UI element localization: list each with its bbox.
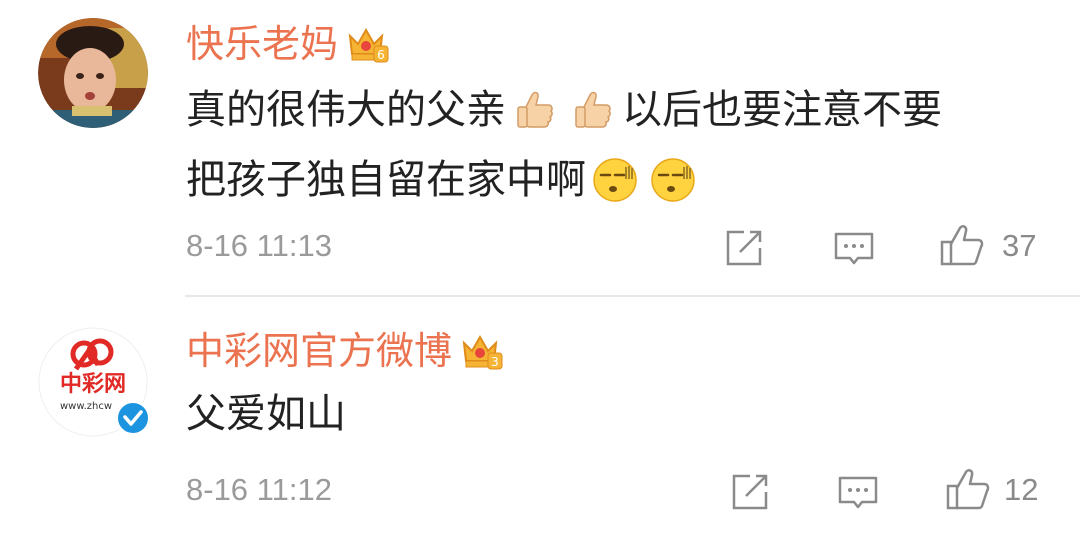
comment-icon <box>838 476 878 509</box>
avatar-text: 中彩网 <box>60 372 126 397</box>
comment-time: 8-16 11:12 <box>186 472 332 507</box>
repost-icon <box>732 474 768 510</box>
username[interactable]: 快乐老妈 6 <box>186 22 390 67</box>
repost-button[interactable] <box>728 470 772 514</box>
like-button[interactable] <box>938 222 984 266</box>
repost-icon <box>726 230 762 266</box>
awkward-face-icon <box>650 155 696 202</box>
comment-icon <box>834 232 874 265</box>
like-count: 37 <box>1002 228 1037 263</box>
thumbs-up-icon <box>512 85 558 131</box>
content-text: 以后也要注意不要 <box>622 87 942 133</box>
username[interactable]: 中彩网官方微博 3 <box>186 329 504 374</box>
repost-button[interactable] <box>722 226 766 270</box>
like-count: 12 <box>1004 472 1039 507</box>
comment-button[interactable] <box>832 226 876 270</box>
avatar[interactable] <box>38 18 148 128</box>
vip-crown-icon: 6 <box>346 24 390 64</box>
content-line-2: 把孩子独自留在家中啊 <box>186 145 942 215</box>
awkward-face-icon <box>592 155 638 202</box>
thumbs-up-icon <box>570 85 616 131</box>
member-level-text: 3 <box>491 355 499 369</box>
thumbs-up-outline-icon <box>946 469 990 510</box>
content-text: 把孩子独自留在家中啊 <box>186 157 586 203</box>
comment-item: 中彩网 www.zhcw 中彩网官方微博 3 父爱如山 8-16 11:12 1… <box>0 297 1080 540</box>
member-level-text: 6 <box>377 48 385 62</box>
comment-content: 父爱如山 <box>186 391 346 437</box>
comment-content: 真的很伟大的父亲 以后也要注意不要 把孩子独自留在家中啊 <box>186 75 942 215</box>
avatar[interactable]: 中彩网 www.zhcw <box>38 327 150 437</box>
user-avatar-photo-icon <box>38 18 148 128</box>
vip-crown-icon: 3 <box>460 331 504 371</box>
avatar-url-text: www.zhcw <box>60 401 112 412</box>
verified-badge-icon <box>116 401 150 435</box>
comment-time: 8-16 11:13 <box>186 228 332 263</box>
thumbs-up-outline-icon <box>940 225 984 266</box>
comment-button[interactable] <box>836 470 880 514</box>
username-text[interactable]: 中彩网官方微博 <box>186 329 452 373</box>
username-text[interactable]: 快乐老妈 <box>186 22 338 66</box>
content-text: 真的很伟大的父亲 <box>186 87 506 133</box>
like-button[interactable] <box>944 466 990 510</box>
comment-item: 快乐老妈 6 真的很伟大的父亲 以后也要注意不要 把孩子独自留在家中啊 8-16… <box>0 0 1080 295</box>
content-line-1: 真的很伟大的父亲 以后也要注意不要 <box>186 75 942 145</box>
